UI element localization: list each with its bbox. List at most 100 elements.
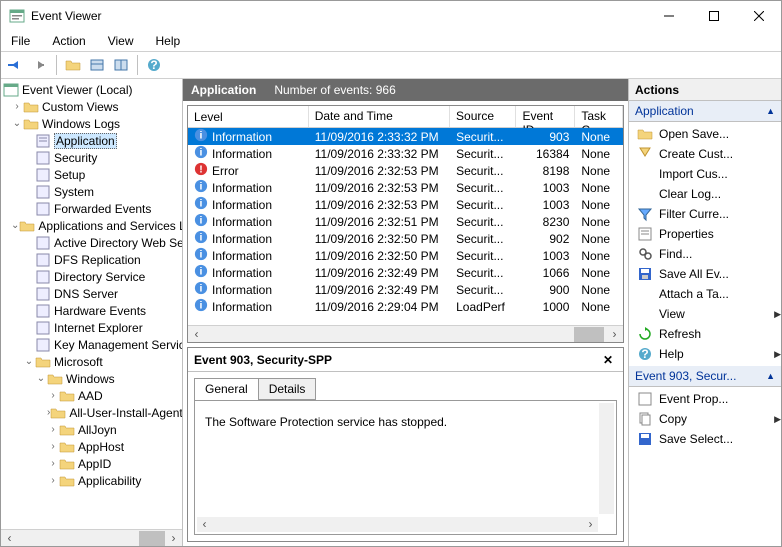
action-attach-task[interactable]: Attach a Ta...	[629, 284, 781, 304]
tree-microsoft[interactable]: ⌄Microsoft	[1, 353, 182, 370]
cell-source: Securit...	[450, 130, 516, 144]
tree-apps-services[interactable]: ⌄Applications and Services Logs	[1, 217, 182, 234]
tree-ad-web[interactable]: Active Directory Web Services	[1, 234, 182, 251]
action-copy[interactable]: Copy▶	[629, 409, 781, 429]
col-datetime[interactable]: Date and Time	[309, 106, 450, 127]
cell-datetime: 11/09/2016 2:32:53 PM	[309, 181, 450, 195]
tree-hw[interactable]: Hardware Events	[1, 302, 182, 319]
actions-group-label: Event 903, Secur...	[635, 369, 736, 383]
actions-group-event[interactable]: Event 903, Secur...▲	[629, 366, 781, 387]
level-icon: !	[194, 162, 208, 179]
cell-eventid: 900	[517, 283, 576, 297]
tree-applicability[interactable]: ›Applicability	[1, 472, 182, 489]
table-row[interactable]: iInformation11/09/2016 2:33:32 PMSecurit…	[188, 128, 623, 145]
tree-root[interactable]: Event Viewer (Local)	[1, 81, 182, 98]
detail-close-button[interactable]: ✕	[599, 351, 617, 369]
tree-appid[interactable]: ›AppID	[1, 455, 182, 472]
tree-setup[interactable]: Setup	[1, 166, 182, 183]
action-properties[interactable]: Properties	[629, 224, 781, 244]
cell-datetime: 11/09/2016 2:32:53 PM	[309, 198, 450, 212]
tool-pane1[interactable]	[86, 54, 108, 76]
tree-windows-sub[interactable]: ⌄Windows	[1, 370, 182, 387]
back-button[interactable]	[5, 54, 27, 76]
tool-folder[interactable]	[62, 54, 84, 76]
maximize-button[interactable]	[691, 1, 736, 31]
actions-group-app[interactable]: Application▲	[629, 101, 781, 122]
tree-custom-views[interactable]: ›Custom Views	[1, 98, 182, 115]
forward-button[interactable]	[29, 54, 51, 76]
cell-source: Securit...	[450, 266, 516, 280]
tree-hscroll[interactable]: ‹›	[1, 529, 182, 546]
action-event-props[interactable]: Event Prop...	[629, 389, 781, 409]
cell-eventid: 1003	[517, 198, 576, 212]
action-find[interactable]: Find...	[629, 244, 781, 264]
tree-dir-svc[interactable]: Directory Service	[1, 268, 182, 285]
detail-title: Event 903, Security-SPP	[194, 353, 599, 367]
tree-system[interactable]: System	[1, 183, 182, 200]
action-label: Copy	[659, 412, 768, 426]
col-eventid[interactable]: Event ID	[516, 106, 575, 127]
menu-file[interactable]: File	[7, 32, 34, 50]
detail-hscroll[interactable]: ‹›	[197, 517, 598, 532]
action-clear-log[interactable]: Clear Log...	[629, 184, 781, 204]
tree-apphost[interactable]: ›AppHost	[1, 438, 182, 455]
action-save-select[interactable]: Save Select...	[629, 429, 781, 449]
tree-ie[interactable]: Internet Explorer	[1, 319, 182, 336]
tool-help[interactable]: ?	[143, 54, 165, 76]
table-row[interactable]: iInformation11/09/2016 2:32:49 PMSecurit…	[188, 281, 623, 298]
table-row[interactable]: iInformation11/09/2016 2:32:53 PMSecurit…	[188, 179, 623, 196]
action-filter[interactable]: Filter Curre...	[629, 204, 781, 224]
action-view[interactable]: View▶	[629, 304, 781, 324]
cell-eventid: 1000	[517, 300, 576, 314]
action-open-saved[interactable]: Open Save...	[629, 124, 781, 144]
minimize-button[interactable]	[646, 1, 691, 31]
tab-general[interactable]: General	[194, 378, 259, 400]
tree-application[interactable]: Application	[1, 132, 182, 149]
menubar: File Action View Help	[1, 31, 781, 51]
tree-dfs[interactable]: DFS Replication	[1, 251, 182, 268]
action-refresh[interactable]: Refresh	[629, 324, 781, 344]
tool-pane2[interactable]	[110, 54, 132, 76]
action-import-custom[interactable]: Import Cus...	[629, 164, 781, 184]
tree-pane[interactable]: Event Viewer (Local) ›Custom Views ⌄Wind…	[1, 79, 183, 546]
table-row[interactable]: iInformation11/09/2016 2:32:50 PMSecurit…	[188, 247, 623, 264]
table-row[interactable]: iInformation11/09/2016 2:32:49 PMSecurit…	[188, 264, 623, 281]
cell-level: Information	[212, 232, 272, 246]
tree-label: Internet Explorer	[54, 321, 143, 335]
tree-forwarded[interactable]: Forwarded Events	[1, 200, 182, 217]
menu-view[interactable]: View	[104, 32, 138, 50]
col-level[interactable]: Level	[188, 106, 309, 127]
detail-vscroll[interactable]	[599, 403, 614, 514]
tree-kms[interactable]: Key Management Service	[1, 336, 182, 353]
menu-help[interactable]: Help	[152, 32, 185, 50]
svg-text:i: i	[200, 300, 203, 312]
table-row[interactable]: iInformation11/09/2016 2:32:51 PMSecurit…	[188, 213, 623, 230]
action-help[interactable]: ?Help▶	[629, 344, 781, 364]
action-save-all[interactable]: Save All Ev...	[629, 264, 781, 284]
tab-details[interactable]: Details	[258, 378, 317, 400]
table-row[interactable]: !Error11/09/2016 2:32:53 PMSecurit...819…	[188, 162, 623, 179]
svg-text:i: i	[200, 181, 203, 193]
table-row[interactable]: iInformation11/09/2016 2:29:04 PMLoadPer…	[188, 298, 623, 315]
tree-label: Microsoft	[54, 355, 103, 369]
table-row[interactable]: iInformation11/09/2016 2:32:50 PMSecurit…	[188, 230, 623, 247]
table-row[interactable]: iInformation11/09/2016 2:32:53 PMSecurit…	[188, 196, 623, 213]
tree-dns[interactable]: DNS Server	[1, 285, 182, 302]
cell-datetime: 11/09/2016 2:33:32 PM	[309, 130, 450, 144]
table-row[interactable]: iInformation11/09/2016 2:33:32 PMSecurit…	[188, 145, 623, 162]
close-button[interactable]	[736, 1, 781, 31]
tree-all-user[interactable]: ›All-User-Install-Agent	[1, 404, 182, 421]
cell-eventid: 1003	[517, 249, 576, 263]
cell-source: Securit...	[450, 283, 516, 297]
menu-action[interactable]: Action	[48, 32, 89, 50]
col-source[interactable]: Source	[450, 106, 516, 127]
action-create-custom[interactable]: Create Cust...	[629, 144, 781, 164]
tree-aad[interactable]: ›AAD	[1, 387, 182, 404]
col-task[interactable]: Task C...	[575, 106, 623, 127]
svg-text:i: i	[200, 147, 203, 159]
tree-alljoyn[interactable]: ›AllJoyn	[1, 421, 182, 438]
tree-windows-logs[interactable]: ⌄Windows Logs	[1, 115, 182, 132]
grid-body[interactable]: iInformation11/09/2016 2:33:32 PMSecurit…	[188, 128, 623, 325]
tree-security[interactable]: Security	[1, 149, 182, 166]
grid-hscroll[interactable]: ‹›	[188, 325, 623, 342]
